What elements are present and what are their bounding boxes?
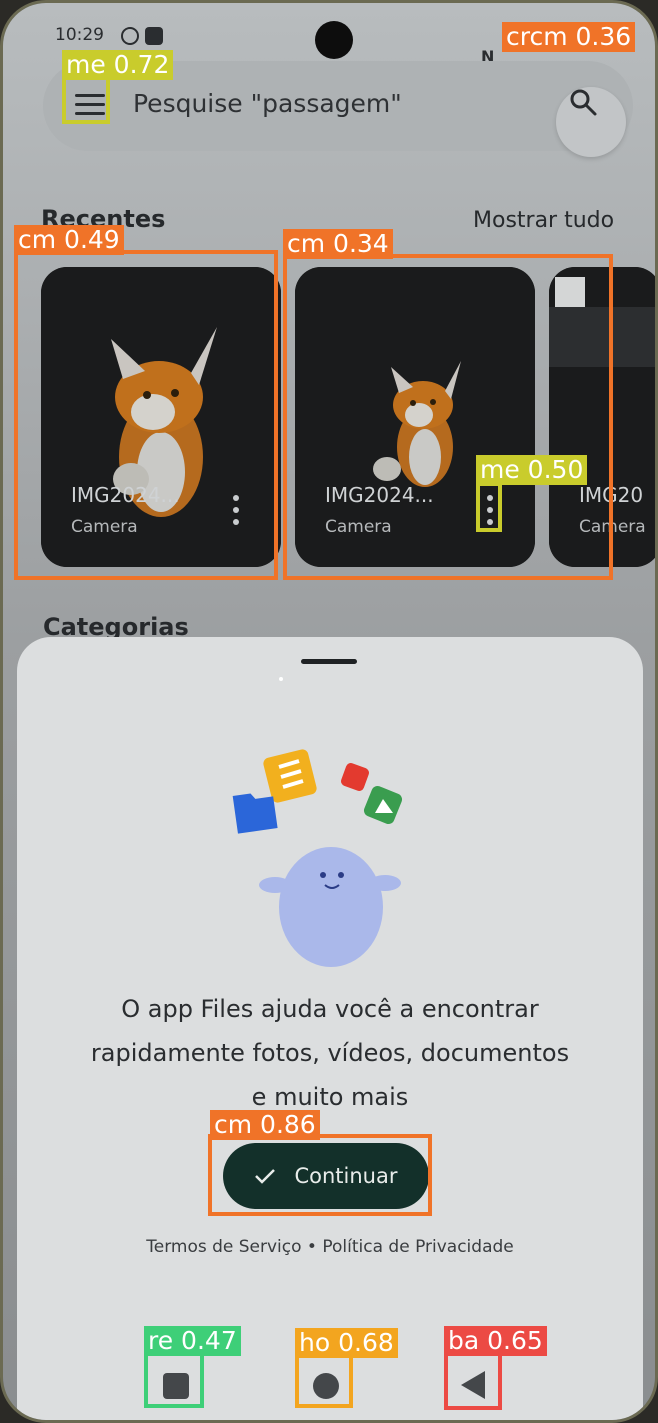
status-time: 10:29	[55, 25, 104, 45]
search-icon	[570, 89, 597, 116]
front-camera	[315, 21, 353, 59]
show-all-link[interactable]: Mostrar tudo	[473, 208, 614, 233]
page-indicator	[279, 677, 283, 681]
detection-label: crcm 0.36	[502, 22, 636, 52]
detection-label: cm 0.86	[210, 1110, 320, 1140]
files-illustration	[232, 749, 403, 967]
detection-label: re 0.47	[144, 1326, 241, 1356]
detection-label: ho 0.68	[295, 1328, 398, 1358]
detection-label: cm 0.34	[283, 229, 393, 259]
detection-box	[283, 254, 613, 580]
detection-label: ba 0.65	[444, 1326, 547, 1356]
terms-links[interactable]: Termos de Serviço • Política de Privacid…	[17, 1237, 643, 1257]
notification-icon	[121, 27, 139, 45]
message-line: rapidamente fotos, vídeos, documentos	[90, 1039, 570, 1067]
detection-box	[444, 1352, 502, 1410]
detection-box	[295, 1352, 353, 1408]
detection-label: me 0.72	[62, 50, 174, 80]
onboarding-sheet: O app Files ajuda você a encontrar rapid…	[17, 637, 643, 1420]
detection-box	[144, 1352, 204, 1408]
detection-box	[14, 250, 278, 580]
message-line: O app Files ajuda você a encontrar	[121, 995, 539, 1023]
detection-label: cm 0.49	[14, 225, 124, 255]
search-input[interactable]: Pesquise "passagem"	[133, 89, 402, 118]
onboarding-message: O app Files ajuda você a encontrar rapid…	[57, 987, 603, 1119]
detection-label: me 0.50	[476, 455, 588, 485]
detection-box	[476, 482, 502, 532]
detection-box	[208, 1134, 432, 1216]
app-notification-icon	[145, 27, 163, 45]
detection-box	[62, 76, 110, 124]
message-line: e muito mais	[251, 1083, 409, 1111]
sheet-drag-handle[interactable]	[301, 659, 357, 664]
